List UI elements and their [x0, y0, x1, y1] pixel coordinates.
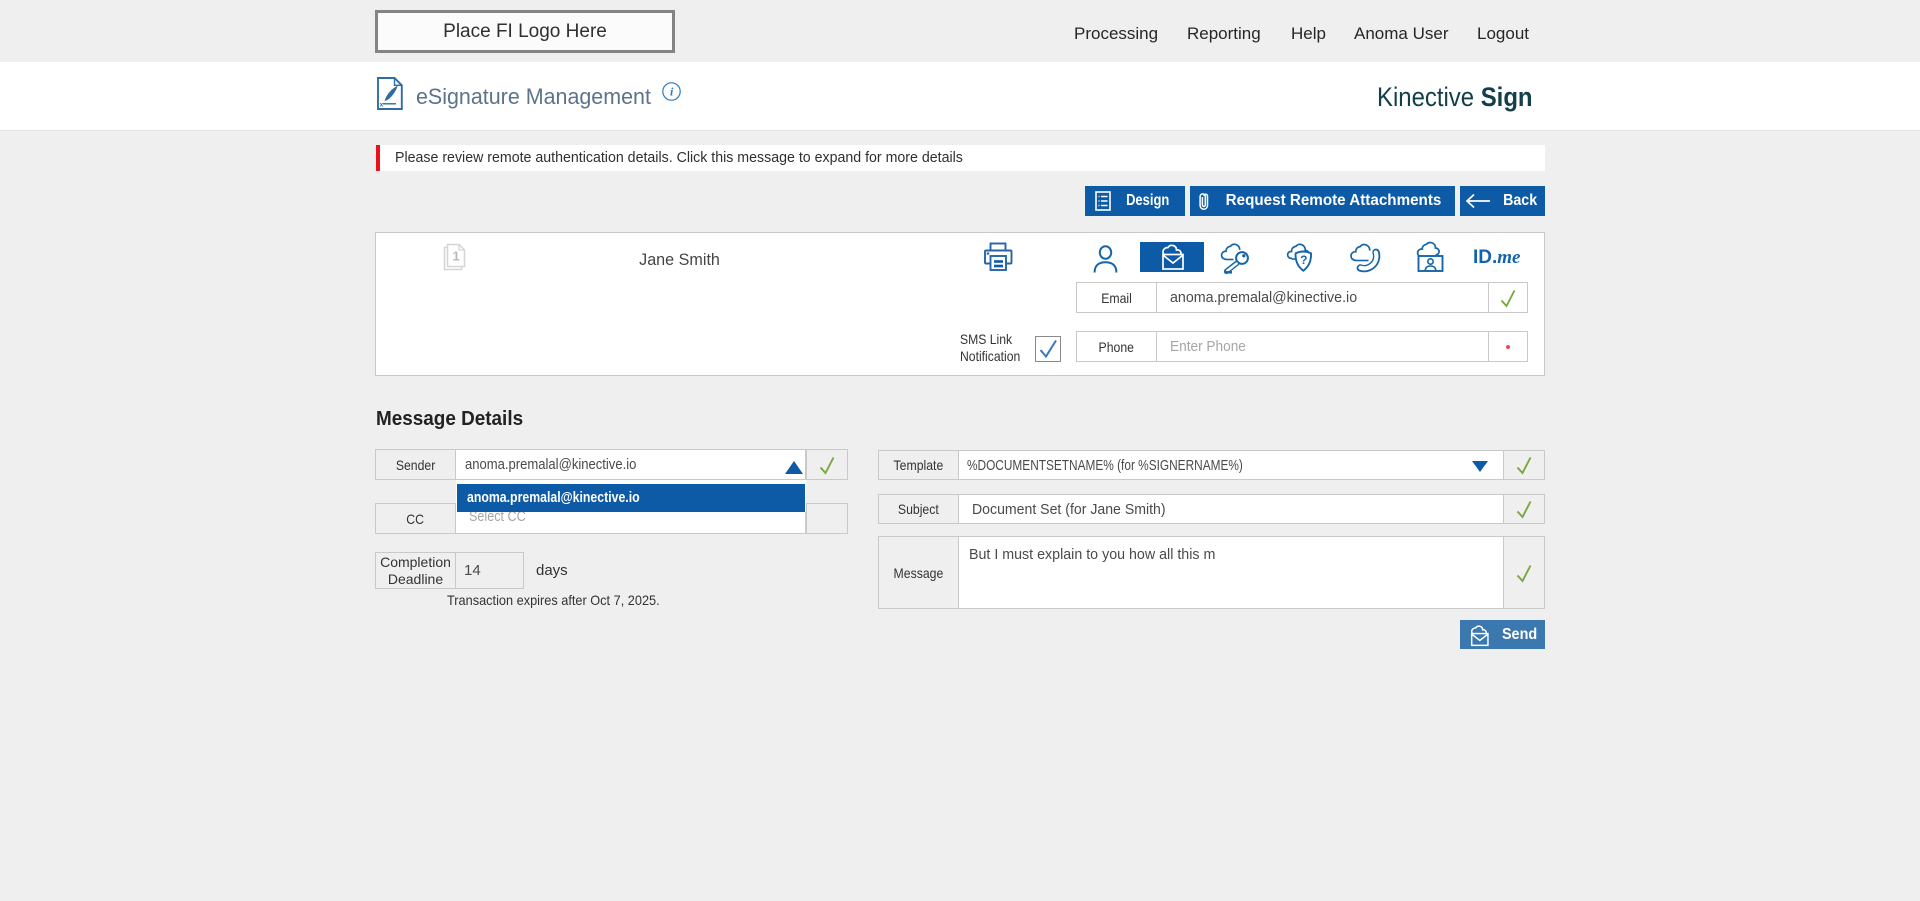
svg-text:i: i: [670, 85, 674, 99]
svg-text:1: 1: [453, 249, 460, 264]
svg-text:?: ?: [1300, 253, 1307, 267]
svg-text:x: x: [380, 102, 384, 109]
